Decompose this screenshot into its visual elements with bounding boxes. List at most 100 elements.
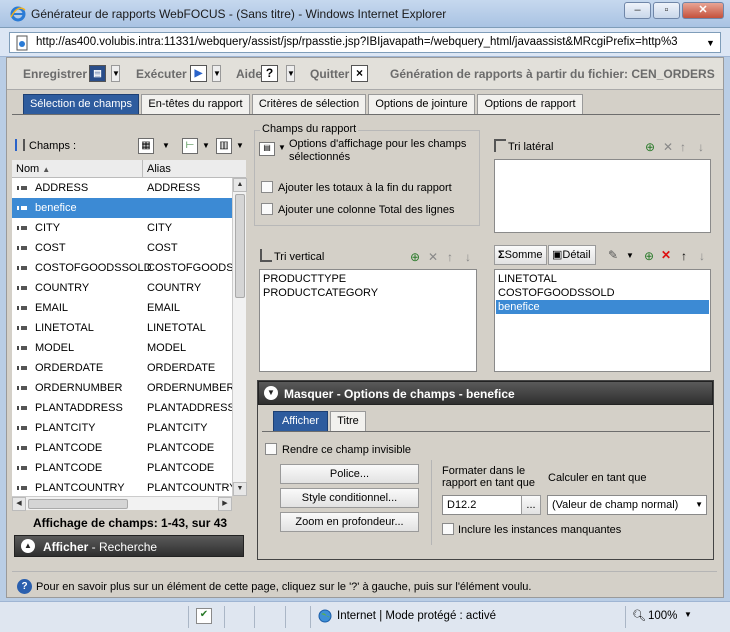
field-row-cost[interactable]: COST COST: [12, 238, 232, 258]
vertical-add-icon[interactable]: ⊕: [410, 250, 420, 264]
field-row-model[interactable]: MODEL MODEL: [12, 338, 232, 358]
missing-checkbox[interactable]: [442, 523, 454, 535]
display-options-icon[interactable]: ▤: [259, 142, 275, 156]
field-row-city[interactable]: CITY CITY: [12, 218, 232, 238]
add-total-col-checkbox[interactable]: [261, 203, 273, 215]
field-row-country[interactable]: COUNTRY COUNTRY: [12, 278, 232, 298]
vertical-item-productcategory[interactable]: PRODUCTCATEGORY: [263, 286, 378, 300]
filter-icon[interactable]: ▦: [138, 138, 154, 154]
tab-title[interactable]: Titre: [330, 411, 366, 431]
vertical-up-icon[interactable]: ↑: [447, 250, 453, 264]
vertical-delete-icon[interactable]: ✕: [428, 250, 438, 264]
drill-down-button[interactable]: Zoom en profondeur...: [280, 512, 419, 532]
vertical-item-producttype[interactable]: PRODUCTTYPE: [263, 272, 346, 286]
fields-vertical-scrollbar[interactable]: ▲ ▼: [232, 178, 247, 496]
sum-delete-icon[interactable]: ✕: [661, 248, 671, 262]
run-label[interactable]: Exécuter: [136, 67, 187, 81]
field-row-plantcode-2[interactable]: PLANTCODE PLANTCODE: [12, 458, 232, 478]
add-totals-checkbox[interactable]: [261, 181, 273, 193]
col-name-header[interactable]: Nom ▲: [16, 163, 50, 175]
tab-selection-criteria[interactable]: Critères de sélection: [252, 94, 366, 114]
filter-dropdown-icon[interactable]: ▼: [162, 141, 170, 150]
scroll-down-icon[interactable]: ▼: [233, 482, 247, 496]
run-dropdown-icon[interactable]: ▼: [212, 65, 221, 82]
fields-horizontal-scrollbar[interactable]: ◀ ▶: [12, 496, 232, 511]
calc-select[interactable]: (Valeur de champ normal) ▼: [547, 495, 707, 515]
display-options-label[interactable]: Options d'affichage pour les champs séle…: [289, 138, 479, 164]
font-button[interactable]: Police...: [280, 464, 419, 484]
status-divider: [625, 606, 626, 628]
scroll-right-icon[interactable]: ▶: [218, 497, 232, 511]
help-question-icon[interactable]: ?: [17, 579, 32, 594]
tab-report-options[interactable]: Options de rapport: [477, 94, 583, 114]
maximize-button[interactable]: ▫: [653, 2, 680, 19]
field-row-orderdate[interactable]: ORDERDATE ORDERDATE: [12, 358, 232, 378]
tab-join-options[interactable]: Options de jointure: [368, 94, 475, 114]
save-label[interactable]: Enregistrer: [23, 67, 87, 81]
sum-list[interactable]: LINETOTAL COSTOFGOODSSOLD benefice: [494, 269, 711, 372]
sum-up-icon[interactable]: ↑: [681, 249, 687, 263]
help-icon[interactable]: ?: [261, 65, 278, 82]
tab-field-selection[interactable]: Sélection de champs: [23, 94, 139, 114]
sum-item-linetotal[interactable]: LINETOTAL: [498, 272, 557, 286]
scroll-thumb[interactable]: [235, 194, 245, 298]
options-wand-icon[interactable]: ✎: [608, 248, 618, 262]
field-row-plantcode[interactable]: PLANTCODE PLANTCODE: [12, 438, 232, 458]
tab-report-headers[interactable]: En-têtes du rapport: [141, 94, 250, 114]
tree-dropdown-icon[interactable]: ▼: [202, 141, 210, 150]
side-down-icon[interactable]: ↓: [698, 140, 704, 154]
columns-icon[interactable]: ▥: [216, 138, 232, 154]
field-row-plantcountry[interactable]: PLANTCOUNTRY PLANTCOUNTRY: [12, 478, 232, 496]
security-icon[interactable]: ✔: [196, 608, 212, 624]
save-icon[interactable]: ▤: [89, 65, 106, 82]
conditional-style-button[interactable]: Style conditionnel...: [280, 488, 419, 508]
side-up-icon[interactable]: ↑: [680, 140, 686, 154]
sum-button[interactable]: ΣSomme: [494, 245, 547, 265]
zoom-level[interactable]: 100%: [648, 610, 677, 622]
show-search-bar[interactable]: ▲ Afficher - Recherche: [14, 535, 244, 557]
hscroll-thumb[interactable]: [28, 499, 128, 509]
run-icon[interactable]: ▶: [190, 65, 207, 82]
tab-display[interactable]: Afficher: [273, 411, 328, 431]
tree-view-icon[interactable]: ⊢: [182, 138, 198, 154]
side-delete-icon[interactable]: ✕: [663, 140, 673, 154]
help-dropdown-icon[interactable]: ▼: [286, 65, 295, 82]
field-row-email[interactable]: EMAIL EMAIL: [12, 298, 232, 318]
sum-item-costofgoodssold[interactable]: COSTOFGOODSSOLD: [498, 286, 615, 300]
detail-button[interactable]: ▣Détail: [548, 245, 596, 265]
sum-item-benefice[interactable]: benefice: [496, 300, 709, 314]
vertical-sort-list[interactable]: PRODUCTTYPE PRODUCTCATEGORY: [259, 269, 477, 372]
col-alias-header[interactable]: Alias: [147, 163, 171, 175]
field-options-header[interactable]: ▼ Masquer - Options de champs - benefice: [258, 381, 713, 405]
save-dropdown-icon[interactable]: ▼: [111, 65, 120, 82]
zoom-dropdown-icon[interactable]: ▼: [684, 610, 692, 619]
format-browse-button[interactable]: ...: [521, 495, 541, 515]
scroll-up-icon[interactable]: ▲: [233, 178, 247, 192]
header-divider: [142, 160, 143, 178]
field-row-linetotal[interactable]: LINETOTAL LINETOTAL: [12, 318, 232, 338]
sum-add-icon[interactable]: ⊕: [644, 249, 654, 263]
calc-dropdown-icon[interactable]: ▼: [695, 500, 703, 509]
columns-dropdown-icon[interactable]: ▼: [236, 141, 244, 150]
sum-down-icon[interactable]: ↓: [699, 249, 705, 263]
field-row-plantcity[interactable]: PLANTCITY PLANTCITY: [12, 418, 232, 438]
field-row-benefice[interactable]: benefice: [12, 198, 232, 218]
close-window-button[interactable]: ✕: [682, 2, 724, 19]
field-row-ordernumber[interactable]: ORDERNUMBER ORDERNUMBER: [12, 378, 232, 398]
zoom-icon[interactable]: 🔍︎: [632, 609, 646, 622]
quit-label[interactable]: Quitter: [310, 67, 349, 81]
field-row-costofgoodssold[interactable]: COSTOFGOODSSOLD COSTOFGOODSS: [12, 258, 232, 278]
side-add-icon[interactable]: ⊕: [645, 140, 655, 154]
quit-icon[interactable]: ×: [351, 65, 368, 82]
vertical-down-icon[interactable]: ↓: [465, 250, 471, 264]
side-sort-list[interactable]: [494, 159, 711, 233]
minimize-button[interactable]: –: [624, 2, 651, 19]
display-options-dropdown-icon[interactable]: ▼: [278, 143, 286, 152]
scroll-left-icon[interactable]: ◀: [12, 497, 26, 511]
field-row-plantaddress[interactable]: PLANTADDRESS PLANTADDRESS: [12, 398, 232, 418]
field-row-address[interactable]: ADDRESS ADDRESS: [12, 178, 232, 198]
help-label[interactable]: Aide: [236, 67, 262, 81]
invisible-checkbox[interactable]: [265, 443, 277, 455]
url-dropdown-icon[interactable]: ▼: [706, 38, 715, 48]
options-dropdown-icon[interactable]: ▼: [626, 251, 634, 260]
